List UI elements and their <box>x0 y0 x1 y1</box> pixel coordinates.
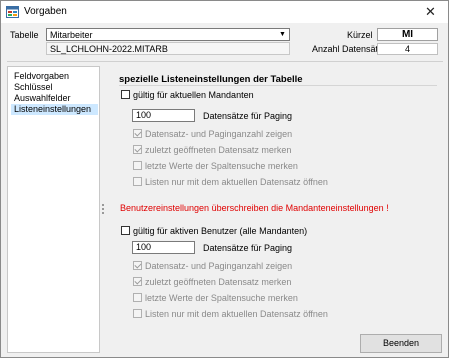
mandant-option-remember-search-label: letzte Werte der Spaltensuche merken <box>145 161 298 171</box>
mandant-paging-label: Datensätze für Paging <box>203 111 293 121</box>
sidebar-item-auswahlfelder[interactable]: Auswahlfelder <box>12 93 73 104</box>
mandant-paging-input[interactable]: 100 <box>132 109 195 122</box>
mandant-option-current-record-only-label: Listen nur mit dem aktuellen Datensatz ö… <box>145 177 328 187</box>
benutzer-option-remember-record-box[interactable] <box>133 277 142 287</box>
sidebar-item-listeneinstellungen[interactable]: Listeneinstellungen <box>11 104 98 115</box>
panel-title-divider <box>119 85 437 86</box>
mandant-checkbox-label: gültig für aktuellen Mandanten <box>133 90 254 100</box>
splitter-handle[interactable] <box>102 204 104 216</box>
window-title: Vorgaben <box>24 6 67 17</box>
panel-title: spezielle Listeneinstellungen der Tabell… <box>119 74 303 85</box>
settings-panel: spezielle Listeneinstellungen der Tabell… <box>109 66 446 353</box>
benutzer-option-remember-record[interactable]: zuletzt geöffneten Datensatz merken <box>133 277 291 287</box>
beenden-button[interactable]: Beenden <box>360 334 442 353</box>
chevron-down-icon[interactable]: ▼ <box>277 29 288 40</box>
mandant-option-remember-record-label: zuletzt geöffneten Datensatz merken <box>145 145 292 155</box>
count-field: 4 <box>377 43 438 55</box>
table-path: SL_LCHLOHN-2022.MITARB <box>50 44 168 54</box>
mandant-option-current-record-only[interactable]: Listen nur mit dem aktuellen Datensatz ö… <box>133 177 328 187</box>
kuerzel-label: Kürzel <box>347 30 373 40</box>
table-select-value: Mitarbeiter <box>50 30 93 40</box>
sidebar-item-feldvorgaben[interactable]: Feldvorgaben <box>12 71 71 82</box>
benutzer-option-current-record-only-label: Listen nur mit dem aktuellen Datensatz ö… <box>145 309 328 319</box>
benutzer-checkbox[interactable]: gültig für aktiven Benutzer (alle Mandan… <box>121 226 307 236</box>
table-select[interactable]: Mitarbeiter ▼ <box>46 28 290 41</box>
mandant-option-show-count[interactable]: Datensatz- und Paginganzahl zeigen <box>133 129 292 139</box>
benutzer-paging-input[interactable]: 100 <box>132 241 195 254</box>
mandant-option-remember-search[interactable]: letzte Werte der Spaltensuche merken <box>133 161 298 171</box>
header-divider <box>7 61 443 62</box>
mandant-option-show-count-label: Datensatz- und Paginganzahl zeigen <box>145 129 293 139</box>
mandant-option-remember-record-box[interactable] <box>133 145 142 155</box>
benutzer-option-show-count-label: Datensatz- und Paginganzahl zeigen <box>145 261 293 271</box>
table-path-field: SL_LCHLOHN-2022.MITARB <box>46 42 290 55</box>
benutzer-option-current-record-only-box[interactable] <box>133 309 142 319</box>
mandant-option-remember-search-box[interactable] <box>133 161 142 171</box>
benutzer-option-remember-search-box[interactable] <box>133 293 142 303</box>
table-label: Tabelle <box>10 30 39 40</box>
benutzer-paging-label: Datensätze für Paging <box>203 243 293 253</box>
benutzer-option-remember-record-label: zuletzt geöffneten Datensatz merken <box>145 277 292 287</box>
mandant-option-current-record-only-box[interactable] <box>133 177 142 187</box>
kuerzel-field: MI <box>377 28 438 41</box>
mandant-checkbox[interactable]: gültig für aktuellen Mandanten <box>121 90 254 100</box>
sidebar-nav: Feldvorgaben Schlüssel Auswahlfelder Lis… <box>7 66 100 353</box>
mandant-checkbox-box[interactable] <box>121 90 130 100</box>
benutzer-option-show-count[interactable]: Datensatz- und Paginganzahl zeigen <box>133 261 292 271</box>
close-icon: ✕ <box>425 4 436 19</box>
dialog-window: Vorgaben ✕ Tabelle Mitarbeiter ▼ SL_LCHL… <box>0 0 449 358</box>
mandant-option-show-count-box[interactable] <box>133 129 142 139</box>
mandant-option-remember-record[interactable]: zuletzt geöffneten Datensatz merken <box>133 145 291 155</box>
benutzer-option-current-record-only[interactable]: Listen nur mit dem aktuellen Datensatz ö… <box>133 309 328 319</box>
benutzer-option-remember-search[interactable]: letzte Werte der Spaltensuche merken <box>133 293 298 303</box>
benutzer-option-remember-search-label: letzte Werte der Spaltensuche merken <box>145 293 298 303</box>
benutzer-checkbox-label: gültig für aktiven Benutzer (alle Mandan… <box>133 226 308 236</box>
override-warning: Benutzereinstellungen überschreiben die … <box>120 203 389 213</box>
sidebar-item-schluessel[interactable]: Schlüssel <box>12 82 55 93</box>
app-window-icon <box>6 6 19 18</box>
close-button[interactable]: ✕ <box>413 1 448 23</box>
benutzer-option-show-count-box[interactable] <box>133 261 142 271</box>
benutzer-checkbox-box[interactable] <box>121 226 130 236</box>
title-bar: Vorgaben ✕ <box>1 1 448 23</box>
